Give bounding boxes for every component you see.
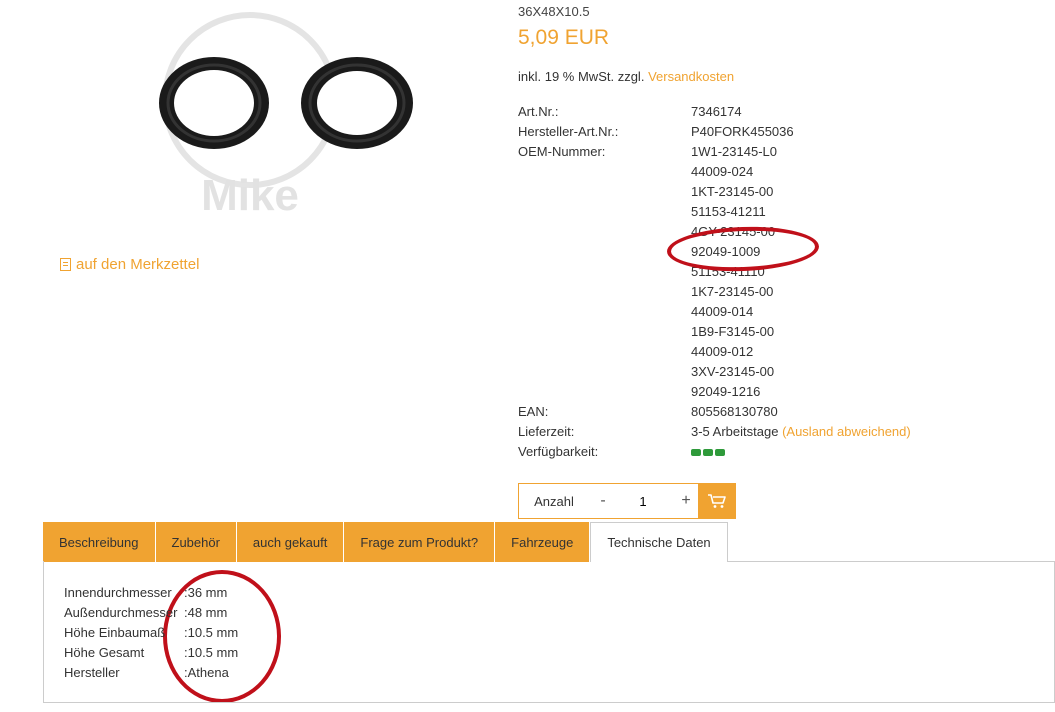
product-price: 5,09 EUR [518,26,610,49]
spec-value: P40FORK455036 [691,124,794,139]
wishlist-label: auf den Merkzettel [76,256,200,273]
tab-auch-gekauft[interactable]: auch gekauft [236,522,345,562]
tech-row: Innendurchmesser :36 mm [64,583,238,603]
availability-dot [703,448,713,456]
oem-number: 3XV-23145-00 [691,364,775,379]
delivery-note: (Ausland abweichend) [782,424,911,439]
tax-info: inkl. 19 % MwSt. zzgl. Versandkosten [518,69,734,84]
oem-number: 1K7-23145-00 [691,284,774,299]
oem-number: 1B9-F3145-00 [691,324,775,339]
tech-value: :Athena [184,665,229,680]
spec-value: 3-5 Arbeitstage (Ausland abweichend) [691,422,911,442]
spec-row-ean: EAN: 805568130780 [518,402,911,422]
tabs-filler [727,522,1055,562]
oem-number: 44009-012 [691,344,754,359]
notepad-icon [60,258,71,271]
product-tabs: Beschreibung Zubehör auch gekauft Frage … [43,522,1055,562]
tech-label: Innendurchmesser [64,585,172,600]
product-image-seal-right [300,56,420,161]
oem-number-list: 1W1-23145-L0 44009-024 1KT-23145-00 5115… [691,142,777,402]
technical-data-table: Innendurchmesser :36 mm Außendurchmesser… [64,583,238,683]
spec-row-art-nr: Art.Nr.: 7346174 [518,102,911,122]
spec-label: OEM-Nummer: [518,144,606,159]
tech-value: :36 mm [184,585,228,600]
tab-fahrzeuge[interactable]: Fahrzeuge [495,522,591,562]
tab-zubehoer[interactable]: Zubehör [155,522,237,562]
availability-dot [715,448,725,456]
spec-label: Hersteller-Art.Nr.: [518,124,619,139]
image-watermark: Mike [201,171,299,220]
tech-row: Höhe Einbaumaß :10.5 mm [64,623,238,643]
delivery-time: 3-5 Arbeitstage [691,424,779,439]
cart-icon [708,494,726,508]
spec-row-delivery: Lieferzeit: 3-5 Arbeitstage (Ausland abw… [518,422,911,442]
quantity-label: Anzahl [534,493,574,509]
oem-number: 1W1-23145-L0 [691,144,777,159]
product-size-title: 36X48X10.5 [518,4,590,19]
wishlist-link[interactable]: auf den Merkzettel [60,256,199,273]
add-to-cart-box: Anzahl - + [518,483,736,519]
tech-value: :48 mm [184,605,228,620]
tab-frage-zum-produkt[interactable]: Frage zum Produkt? [344,522,496,562]
oem-number: 44009-014 [691,304,754,319]
spec-label: Art.Nr.: [518,104,559,119]
spec-label: EAN: [518,404,549,419]
spec-row-availability: Verfügbarkeit: [518,442,911,462]
spec-label: Verfügbarkeit: [518,444,599,459]
quantity-decrease-button[interactable]: - [589,492,617,510]
availability-indicator [691,442,725,462]
tab-beschreibung[interactable]: Beschreibung [43,522,156,562]
add-to-cart-button[interactable] [698,483,736,519]
shipping-link[interactable]: Versandkosten [648,69,734,84]
spec-value: 7346174 [691,104,742,119]
availability-dot [691,448,701,456]
tech-label: Hersteller [64,665,120,680]
oem-number: 44009-024 [691,164,754,179]
oem-number: 1KT-23145-00 [691,184,774,199]
spec-row-mfr: Hersteller-Art.Nr.: P40FORK455036 [518,122,911,142]
tech-row: Außendurchmesser :48 mm [64,603,238,623]
tech-value: :10.5 mm [184,645,239,660]
tech-row: Höhe Gesamt :10.5 mm [64,643,238,663]
tech-label: Höhe Gesamt [64,645,145,660]
spec-label: Lieferzeit: [518,424,575,439]
tech-value: :10.5 mm [184,625,239,640]
spec-row-oem: OEM-Nummer: 1W1-23145-L0 44009-024 1KT-2… [518,142,911,402]
spec-value: 805568130780 [691,404,778,419]
oem-number: 51153-41211 [691,204,766,219]
tax-text: inkl. 19 % MwSt. zzgl. [518,69,645,84]
quantity-input[interactable] [617,492,669,510]
tech-row: Hersteller :Athena [64,663,238,683]
tech-label: Höhe Einbaumaß [64,625,166,640]
tab-technische-daten[interactable]: Technische Daten [590,522,728,562]
spec-list: Art.Nr.: 7346174 Hersteller-Art.Nr.: P40… [518,102,911,462]
tech-label: Außendurchmesser [64,605,178,620]
oem-number: 92049-1216 [691,384,761,399]
